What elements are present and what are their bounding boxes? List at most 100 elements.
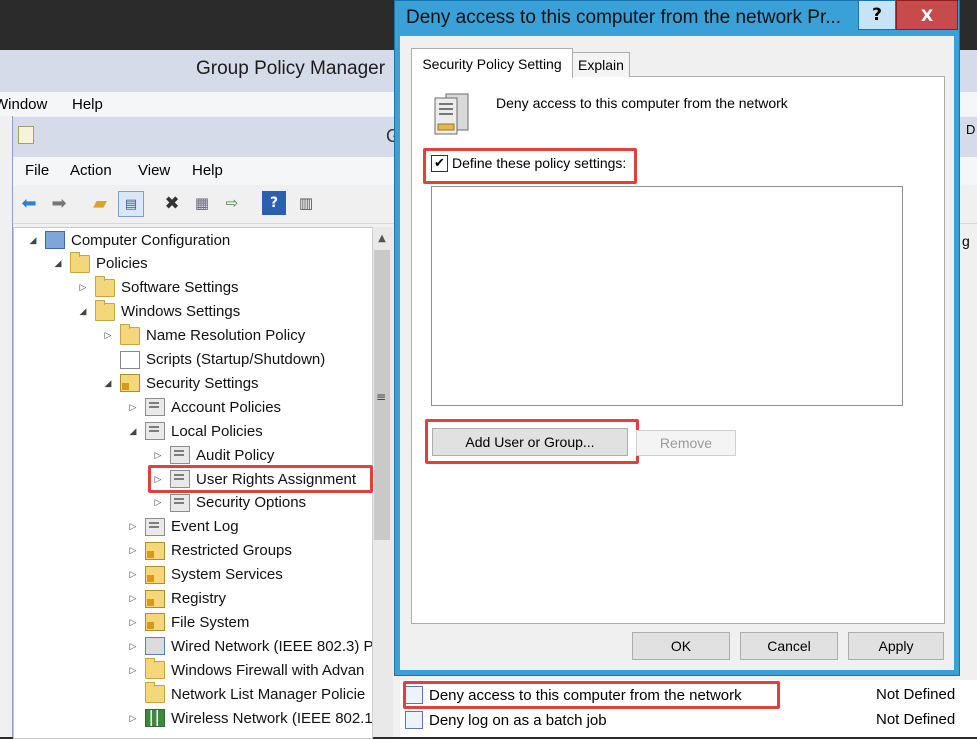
back-arrow-icon[interactable]: ⬅ xyxy=(17,191,41,215)
tab-security-policy-setting[interactable]: Security Policy Setting xyxy=(411,48,573,78)
apply-button[interactable]: Apply xyxy=(848,632,944,660)
menu-action[interactable]: Action xyxy=(70,162,112,179)
tree-node-label: Policies xyxy=(96,255,148,273)
dialog-title: Deny access to this computer from the ne… xyxy=(406,7,842,28)
tree-node[interactable]: ◢ Policies xyxy=(52,251,148,275)
folder-icon xyxy=(145,658,165,680)
script-icon xyxy=(120,350,140,369)
tree-node[interactable]: ▷ Windows Firewall with Advan xyxy=(127,658,365,681)
tree-node-label: Wireless Network (IEEE 802.1 xyxy=(171,709,373,727)
menu-help-editor[interactable]: Help xyxy=(192,162,223,179)
expand-arrow-icon[interactable]: ▷ xyxy=(127,545,139,556)
tree-node[interactable]: ▷ Software Settings xyxy=(77,275,239,299)
ok-button[interactable]: OK xyxy=(632,632,730,660)
gpm-window-title: Group Policy Manager xyxy=(196,58,386,79)
expand-arrow-icon[interactable]: ▷ xyxy=(127,665,139,676)
properties-icon[interactable]: ▦ xyxy=(190,191,214,215)
folder-icon xyxy=(120,323,140,345)
menu-window[interactable]: Window xyxy=(0,96,47,113)
tree-node-label: Restricted Groups xyxy=(171,542,292,560)
folder-icon xyxy=(95,299,115,321)
collapse-arrow-icon[interactable]: ◢ xyxy=(27,235,39,246)
expand-arrow-icon[interactable]: ▷ xyxy=(127,569,139,580)
up-folder-icon[interactable]: ▰ xyxy=(88,191,112,215)
tree-node[interactable]: ▷ System Services xyxy=(127,564,283,586)
tree-node[interactable]: ▷ Restricted Groups xyxy=(127,540,292,562)
help-icon[interactable]: ? xyxy=(262,191,286,215)
collapse-arrow-icon[interactable]: ◢ xyxy=(102,378,114,389)
expand-arrow-icon[interactable]: ▷ xyxy=(152,497,164,508)
tree-node-label: Name Resolution Policy xyxy=(146,327,306,345)
collapse-arrow-icon[interactable]: ◢ xyxy=(127,426,139,437)
tree-node[interactable]: ◢ Security Settings xyxy=(102,372,259,394)
tree-node-label: File System xyxy=(171,613,250,631)
highlight-add-user-button xyxy=(425,419,639,464)
expand-arrow-icon[interactable]: ▷ xyxy=(152,450,164,461)
expand-arrow-icon[interactable]: ▷ xyxy=(127,713,139,724)
tree-node-label: Network List Manager Policie xyxy=(171,685,366,703)
collapse-arrow-icon[interactable]: ◢ xyxy=(52,258,64,269)
menu-view[interactable]: View xyxy=(138,162,170,179)
tree-node[interactable]: ▷ File System xyxy=(127,611,249,633)
server-icon xyxy=(434,93,469,135)
lock-icon xyxy=(145,613,165,632)
menu-file[interactable]: File xyxy=(25,162,49,179)
tree-node-label: Security Options xyxy=(196,494,307,512)
delete-icon[interactable]: ✖ xyxy=(160,191,184,215)
tree-node[interactable]: Network List Manager Policie xyxy=(127,682,366,705)
tab-explain[interactable]: Explain xyxy=(572,52,630,77)
cancel-button[interactable]: Cancel xyxy=(740,632,838,660)
lock-icon xyxy=(145,541,165,560)
lock-icon xyxy=(120,374,140,393)
show-hide-tree-icon[interactable]: ▤ xyxy=(118,191,144,217)
users-groups-list[interactable] xyxy=(431,186,903,406)
tree-node[interactable]: ▷ Wireless Network (IEEE 802.1 xyxy=(127,707,373,729)
tree-node[interactable]: ▷ Audit Policy xyxy=(152,444,274,466)
policy-heading: Deny access to this computer from the ne… xyxy=(496,95,788,111)
tree-node[interactable]: ◢ Computer Configuration xyxy=(27,229,230,251)
forward-arrow-icon[interactable]: ➡ xyxy=(47,191,71,215)
highlight-user-rights xyxy=(148,465,373,493)
collapse-arrow-icon[interactable]: ◢ xyxy=(77,306,89,317)
tree-node-label: Registry xyxy=(171,590,227,607)
expand-arrow-icon[interactable]: ▷ xyxy=(102,330,114,341)
tree-node-label: Computer Configuration xyxy=(71,231,231,249)
remove-button[interactable]: Remove xyxy=(636,430,736,456)
list-item-value: Not Defined xyxy=(876,711,956,728)
tree-node[interactable]: ▷ Wired Network (IEEE 802.3) P xyxy=(127,635,374,657)
tree-node-label: Software Settings xyxy=(121,279,239,297)
policy-icon xyxy=(170,446,190,465)
net-icon xyxy=(145,637,165,656)
tree-node[interactable]: ▷ Name Resolution Policy xyxy=(102,323,306,347)
menu-help[interactable]: Help xyxy=(72,96,103,113)
tree-node-label: Local Policies xyxy=(171,422,263,440)
tree-node-label: Wired Network (IEEE 802.3) P xyxy=(171,637,374,655)
tree-node[interactable]: ▷ Account Policies xyxy=(127,396,281,418)
tree-node[interactable]: ▷ Event Log xyxy=(127,516,239,538)
expand-arrow-icon[interactable]: ▷ xyxy=(127,617,139,628)
list-item[interactable]: Deny log on as a batch job xyxy=(405,709,607,731)
tree-node[interactable]: Scripts (Startup/Shutdown) xyxy=(102,349,325,371)
tree-node[interactable]: ◢ Local Policies xyxy=(127,420,263,442)
expand-arrow-icon[interactable]: ▷ xyxy=(77,282,89,293)
export-list-icon[interactable]: ⇨ xyxy=(220,191,244,215)
expand-arrow-icon[interactable]: ▷ xyxy=(127,593,139,604)
tree-node[interactable]: ▷ Security Options xyxy=(152,492,306,514)
dialog-help-button[interactable]: ? xyxy=(858,0,896,30)
highlight-define-settings xyxy=(423,148,637,184)
tree-node-label: System Services xyxy=(171,566,283,584)
scroll-up-icon[interactable]: ▲ xyxy=(373,229,391,247)
computer-icon xyxy=(45,231,65,249)
tree-node-label: Windows Firewall with Advan xyxy=(171,661,365,679)
tree-node[interactable]: ▷ Registry xyxy=(127,588,226,610)
expand-arrow-icon[interactable]: ▷ xyxy=(127,641,139,652)
tree-node-label: Account Policies xyxy=(171,398,282,416)
tree-node[interactable]: ◢ Windows Settings xyxy=(77,299,240,323)
expand-arrow-icon[interactable]: ▷ xyxy=(127,521,139,532)
folder-icon xyxy=(145,682,165,704)
tree-node-label: Security Settings xyxy=(146,374,259,392)
expand-arrow-icon[interactable]: ▷ xyxy=(127,402,139,413)
dialog-close-button[interactable]: X xyxy=(896,0,958,30)
editor-app-icon xyxy=(18,126,34,144)
show-pane-icon[interactable]: ▥ xyxy=(294,191,318,215)
